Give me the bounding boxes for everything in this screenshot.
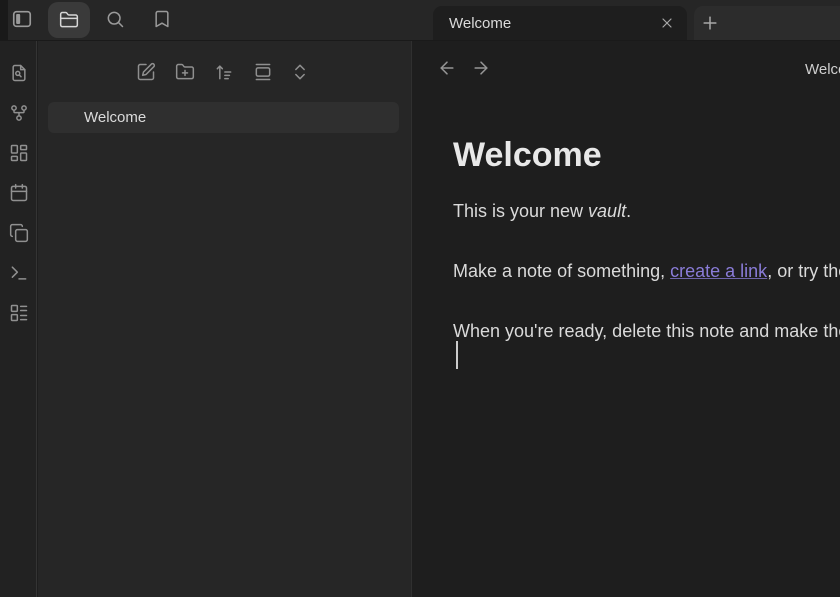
collapse-all-button[interactable]: [288, 60, 312, 84]
bookmarks-tab-button[interactable]: [150, 7, 174, 31]
search-icon: [105, 9, 125, 29]
daily-note-button[interactable]: [7, 181, 31, 205]
new-tab-button[interactable]: [698, 11, 722, 35]
titlebar: Welcome: [0, 0, 840, 40]
sidebar-toggle-button[interactable]: [10, 7, 34, 31]
sort-order-button[interactable]: [212, 60, 236, 84]
arrow-right-icon: [471, 58, 491, 78]
paragraph-text: This is your new: [453, 201, 588, 221]
command-palette-button[interactable]: [7, 261, 31, 285]
create-a-link-link[interactable]: create a link: [670, 261, 767, 281]
close-icon: [659, 15, 675, 31]
new-folder-button[interactable]: [173, 60, 197, 84]
sort-ascending-icon: [214, 62, 234, 82]
file-search-icon: [9, 63, 29, 83]
file-item-welcome[interactable]: Welcome: [48, 102, 399, 133]
left-ribbon: [0, 41, 37, 597]
insert-template-button[interactable]: [7, 221, 31, 245]
files-tab-button[interactable]: [48, 2, 90, 38]
paragraph-text: .: [626, 201, 631, 221]
plus-icon: [700, 13, 720, 33]
tab-bar-spacer: [694, 6, 840, 40]
view-header-title: Welcome: [805, 59, 840, 81]
layout-dashboard-icon: [9, 143, 29, 163]
pen-square-icon: [136, 62, 156, 82]
paragraph-text: Make a note of something,: [453, 261, 670, 281]
italic-text: vault: [588, 201, 626, 221]
arrow-left-icon: [437, 58, 457, 78]
tab-welcome[interactable]: Welcome: [433, 6, 687, 40]
note-paragraph-3: When you're ready, delete this note and …: [453, 317, 840, 345]
note-paragraph-1: This is your new vault.: [453, 197, 631, 225]
terminal-icon: [9, 263, 29, 283]
format-converter-button[interactable]: [7, 301, 31, 325]
canvas-button[interactable]: [7, 141, 31, 165]
bookmark-icon: [152, 9, 172, 29]
window-edge: [0, 0, 8, 40]
new-note-button[interactable]: [134, 60, 158, 84]
nav-forward-button[interactable]: [469, 56, 493, 80]
folder-icon: [59, 10, 79, 30]
gallery-view-button[interactable]: [251, 60, 275, 84]
panel-left-icon: [11, 8, 33, 30]
note-heading: Welcome: [453, 135, 602, 175]
calendar-icon: [9, 183, 29, 203]
chevrons-up-down-icon: [290, 62, 310, 82]
graph-view-button[interactable]: [7, 101, 31, 125]
file-explorer-panel: Welcome: [38, 41, 412, 597]
copy-icon: [9, 223, 29, 243]
layout-list-icon: [9, 303, 29, 323]
nav-back-button[interactable]: [435, 56, 459, 80]
paragraph-text: , or try the Importer!: [767, 261, 840, 281]
text-cursor: [456, 341, 458, 369]
quick-switcher-button[interactable]: [7, 61, 31, 85]
gallery-vertical-icon: [253, 62, 273, 82]
search-tab-button[interactable]: [103, 7, 127, 31]
tab-title: Welcome: [433, 15, 655, 32]
file-name: Welcome: [84, 109, 146, 126]
folder-plus-icon: [175, 62, 195, 82]
git-fork-icon: [9, 103, 29, 123]
tab-close-button[interactable]: [655, 11, 679, 35]
editor-pane[interactable]: Welcome Welcome This is your new vault. …: [413, 41, 840, 597]
paragraph-text: When you're ready, delete this note and …: [453, 321, 840, 341]
note-paragraph-2: Make a note of something, create a link,…: [453, 257, 840, 285]
